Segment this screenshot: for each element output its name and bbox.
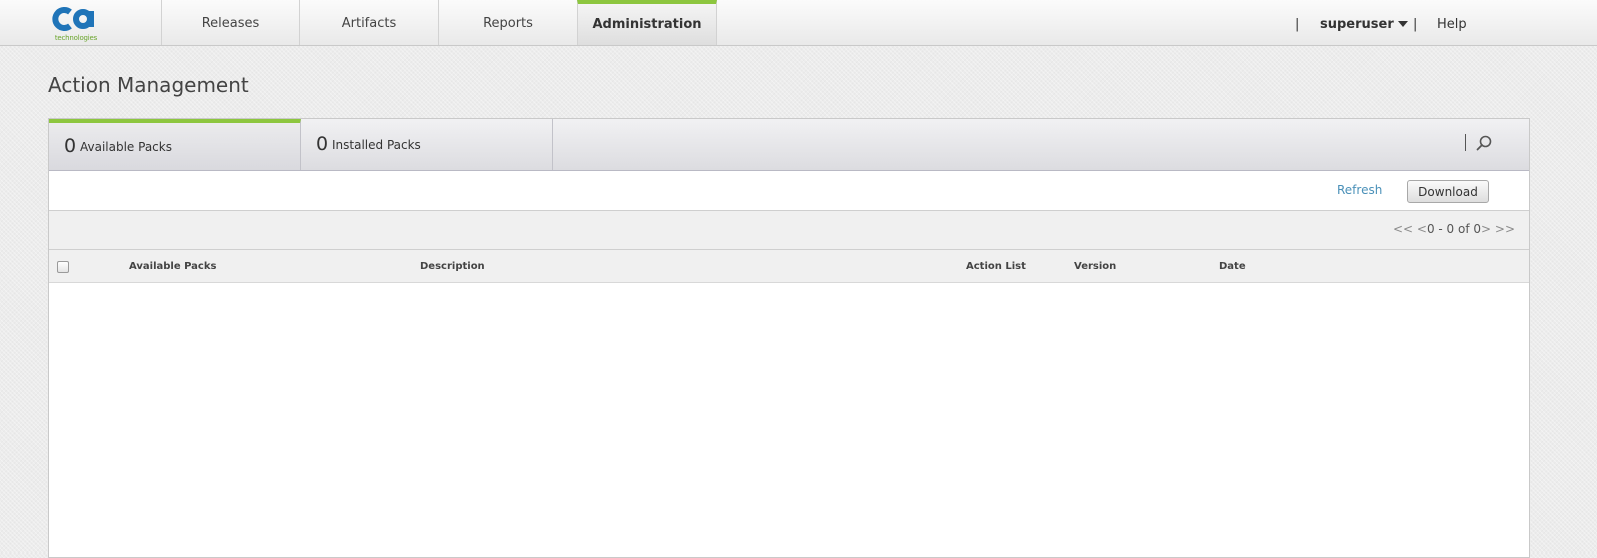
action-management-panel: 0 Available Packs 0 Installed Packs Refr… [48, 118, 1530, 558]
next-page-link[interactable]: > [1481, 222, 1491, 236]
nav-tab-artifacts[interactable]: Artifacts [299, 0, 438, 45]
page-title: Action Management [48, 73, 249, 97]
column-header-available-packs[interactable]: Available Packs [129, 261, 216, 272]
nav-tab-reports[interactable]: Reports [438, 0, 577, 45]
help-link[interactable]: Help [1437, 0, 1467, 46]
nav-tab-label: Releases [201, 16, 260, 31]
nav-tab-administration[interactable]: Administration [577, 0, 717, 45]
nav-tab-label: Reports [483, 16, 533, 31]
ca-logo-icon [52, 7, 94, 31]
top-navigation-bar: technologies Releases Artifacts Reports … [0, 0, 1597, 46]
nav-tab-label: Administration [592, 17, 702, 32]
column-header-description[interactable]: Description [420, 261, 485, 272]
installed-packs-label: Installed Packs [332, 138, 421, 152]
chevron-down-icon [1397, 20, 1408, 27]
column-header-action-list[interactable]: Action List [966, 261, 1026, 272]
pager: << <0 - 0 of 0> >> [1393, 222, 1515, 236]
pagination-bar: << <0 - 0 of 0> >> [49, 211, 1529, 250]
search-icon[interactable] [1475, 134, 1493, 152]
refresh-link[interactable]: Refresh [1337, 183, 1382, 197]
page-range: 0 - 0 of 0 [1426, 222, 1481, 236]
first-page-link[interactable]: << [1393, 222, 1413, 236]
table-header: Available Packs Description Action List … [49, 250, 1529, 283]
logo-caption: technologies [54, 34, 98, 42]
column-header-date[interactable]: Date [1219, 261, 1246, 272]
installed-packs-count: 0 [316, 133, 329, 155]
nav-tab-releases[interactable]: Releases [161, 0, 299, 45]
toolbar: Refresh Download [49, 171, 1529, 211]
available-packs-label: Available Packs [80, 140, 172, 154]
username: superuser [1320, 17, 1394, 32]
separator: | [1413, 17, 1418, 32]
table-body [49, 283, 1529, 557]
nav-tab-label: Artifacts [341, 16, 397, 31]
select-all-checkbox[interactable] [57, 261, 69, 273]
pack-tabs-bar: 0 Available Packs 0 Installed Packs [49, 119, 1529, 171]
download-button[interactable]: Download [1407, 180, 1489, 203]
prev-page-link[interactable]: < [1417, 222, 1427, 236]
separator: | [1295, 17, 1300, 32]
available-packs-count: 0 [64, 135, 77, 157]
search-divider [1465, 134, 1466, 151]
user-menu[interactable]: superuser [1320, 0, 1408, 46]
column-header-version[interactable]: Version [1074, 261, 1116, 272]
last-page-link[interactable]: >> [1495, 222, 1515, 236]
ca-technologies-logo[interactable]: technologies [50, 3, 102, 43]
help-label: Help [1437, 17, 1467, 32]
tab-installed-packs[interactable]: 0 Installed Packs [301, 119, 553, 170]
tab-available-packs[interactable]: 0 Available Packs [49, 119, 301, 170]
